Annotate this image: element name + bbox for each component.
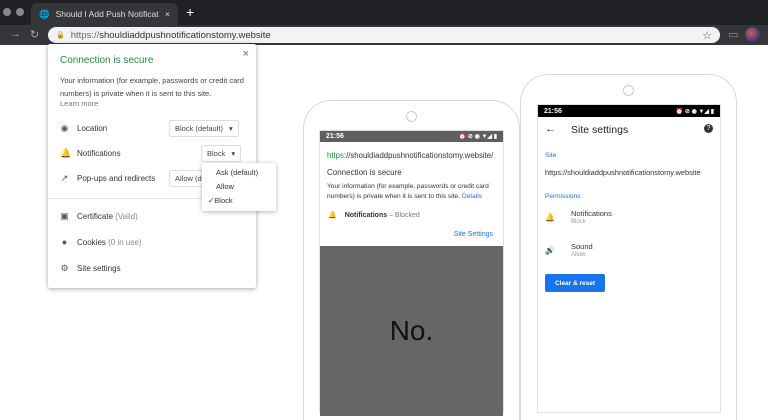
option-ask[interactable]: Ask (default)	[216, 168, 258, 177]
details-link[interactable]: Details	[462, 193, 482, 200]
cookies-item[interactable]: ● Cookies (0 in use)	[60, 238, 142, 247]
option-allow[interactable]: Allow	[216, 182, 234, 191]
permission-notifications: 🔔 Notifications	[60, 149, 121, 158]
external-link-icon: ↗	[60, 174, 69, 183]
permission-value: Allow	[571, 252, 585, 258]
reload-button[interactable]: ↻	[30, 28, 39, 41]
learn-more-link[interactable]: Learn more	[60, 99, 98, 108]
help-icon[interactable]: ?	[704, 124, 713, 133]
no-text: No.	[320, 246, 503, 416]
window-minimize-button[interactable]	[16, 8, 24, 16]
forward-button[interactable]: →	[10, 28, 21, 40]
permission-label: Notifications	[77, 149, 121, 158]
phone-2-screen: 21:56⏰ ⊘ ◉ ▼◢ ▮ ← Site settings ? Site h…	[537, 104, 721, 413]
status-bar: 21:56⏰ ⊘ ◉ ▼◢ ▮	[320, 131, 503, 142]
status-icons: ⏰ ⊘ ◉ ▼◢ ▮	[459, 133, 497, 140]
browser-tab[interactable]: 🌐 Should I Add Push Notifications to My …	[31, 3, 178, 25]
certificate-icon: ▣	[60, 212, 69, 221]
notifications-blocked-icon: 🔔	[60, 149, 69, 158]
chevron-down-icon: ▾	[231, 149, 235, 158]
avatar[interactable]	[745, 27, 760, 42]
site-url: https://shouldiaddpushnotificationstomy.…	[545, 168, 701, 177]
option-block[interactable]: ✓Block	[208, 196, 233, 205]
cookies-label: Cookies (0 in use)	[77, 238, 142, 247]
bell-icon: 🔔	[328, 212, 337, 219]
speaker-icon: 🔊	[545, 246, 555, 255]
select-value: Block	[207, 149, 225, 158]
connection-title: Connection is secure	[60, 55, 153, 66]
permission-popups: ↗ Pop-ups and redirects	[60, 174, 155, 183]
phone-connection-description: Your information (for example, passwords…	[327, 182, 502, 202]
status-icons: ⏰ ⊘ ◉ ▼◢ ▮	[676, 108, 714, 115]
tab-title: Should I Add Push Notifications to My We…	[56, 9, 159, 19]
back-arrow-icon[interactable]: ←	[545, 123, 556, 135]
close-icon[interactable]: ×	[243, 48, 249, 60]
bell-icon: 🔔	[545, 213, 555, 222]
cast-icon[interactable]: ▭	[728, 28, 738, 41]
globe-icon: 🌐	[39, 9, 50, 20]
cookie-icon: ●	[60, 238, 69, 247]
permission-label: Sound	[571, 242, 593, 251]
location-blocked-icon: ◉	[60, 124, 69, 133]
select-value: Block (default)	[175, 124, 223, 133]
phone-notifications-row: 🔔Notifications – Blocked	[328, 211, 420, 219]
clear-reset-button[interactable]: Clear & reset	[545, 274, 605, 292]
address-bar[interactable]: 🔒 https://shouldiaddpushnotificationstom…	[48, 27, 720, 43]
site-settings-item[interactable]: ⚙ Site settings	[60, 264, 121, 273]
permission-label: Location	[77, 124, 107, 133]
permission-label: Notifications	[571, 209, 612, 218]
permission-label: Pop-ups and redirects	[77, 174, 155, 183]
status-bar: 21:56⏰ ⊘ ◉ ▼◢ ▮	[538, 105, 720, 117]
phone-connection-title: Connection is secure	[327, 168, 402, 177]
permissions-header: Permissions	[545, 193, 580, 200]
phone-1-screen: 21:56⏰ ⊘ ◉ ▼◢ ▮ https://shouldiaddpushno…	[319, 130, 504, 413]
permission-location: ◉ Location	[60, 124, 107, 133]
star-icon[interactable]: ☆	[702, 29, 712, 42]
permission-notifications[interactable]: 🔔 Notifications Block	[545, 209, 715, 231]
camera-icon	[623, 85, 634, 96]
permission-value: Block	[571, 219, 586, 225]
phone-url: https://shouldiaddpushnotificationstomy.…	[327, 151, 493, 160]
new-tab-button[interactable]: +	[186, 4, 194, 20]
url-text: https://shouldiaddpushnotificationstomy.…	[71, 30, 696, 41]
permission-sound[interactable]: 🔊 Sound Allow	[545, 242, 715, 264]
site-settings-title: Site settings	[571, 124, 628, 136]
notifications-dropdown-menu: Ask (default) Allow ✓Block	[202, 163, 276, 211]
chevron-down-icon: ▾	[229, 124, 233, 133]
camera-icon	[406, 111, 417, 122]
gear-icon: ⚙	[60, 264, 69, 273]
site-settings-link[interactable]: Site Settings	[454, 231, 493, 238]
notifications-select[interactable]: Block ▾	[201, 145, 241, 162]
tab-close-icon[interactable]: ×	[165, 9, 170, 19]
connection-description: Your information (for example, passwords…	[60, 74, 245, 100]
certificate-item[interactable]: ▣ Certificate (Valid)	[60, 212, 138, 221]
site-header: Site	[545, 152, 556, 159]
lock-icon[interactable]: 🔒	[56, 31, 65, 39]
certificate-label: Certificate (Valid)	[77, 212, 138, 221]
location-select[interactable]: Block (default) ▾	[169, 120, 239, 137]
window-close-button[interactable]	[3, 8, 11, 16]
site-settings-label: Site settings	[77, 264, 121, 273]
